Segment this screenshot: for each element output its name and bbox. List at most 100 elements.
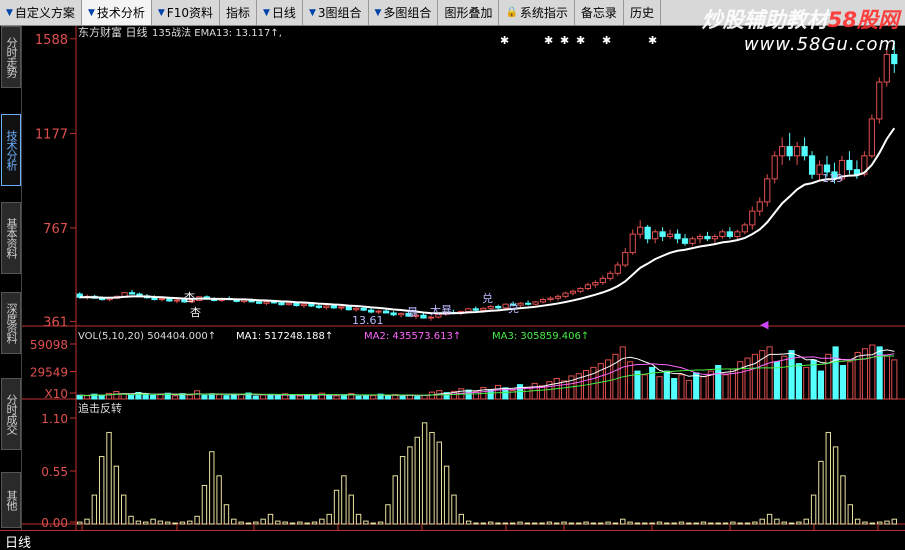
chart-area[interactable]: 1588 1177 767 361 东方财富 日线 135战法 EMA13: 13.117… <box>22 25 905 545</box>
volume-bar <box>825 353 832 400</box>
indicator-bar <box>436 441 442 525</box>
indicator-bar <box>245 522 252 525</box>
toolbar-button-10[interactable]: 历史 <box>624 0 661 25</box>
signal-star-icon: ✱ <box>602 34 611 47</box>
volume-bar <box>260 394 267 400</box>
toolbar-button-9[interactable]: 备忘录 <box>575 0 624 25</box>
toolbar-button-label: 备忘录 <box>580 6 617 20</box>
indicator-bar <box>884 520 890 525</box>
volume-bar <box>612 353 619 400</box>
price-tick-label: 1588 <box>35 33 68 48</box>
toolbar-button-2[interactable]: ▼ F10资料 <box>152 0 220 25</box>
side-tab-1[interactable]: 技术分析 <box>1 114 21 186</box>
volume-bar <box>142 393 149 400</box>
candle-body <box>637 226 644 235</box>
toolbar-button-8[interactable]: 🔒 系统指示 <box>499 0 575 25</box>
indicator-bar <box>722 522 729 525</box>
volume-bar <box>685 379 692 400</box>
volume-bar <box>76 394 83 400</box>
watermark-url: www.58Gu.com <box>743 34 897 55</box>
indicator-bar <box>458 513 465 525</box>
toolbar-button-0[interactable]: ▼ 自定义方案 <box>0 0 82 25</box>
indicator-bar <box>84 518 90 525</box>
candle-body <box>607 272 614 279</box>
indicator-bar <box>583 521 589 525</box>
side-tab-4[interactable]: 分时成交 <box>1 378 21 450</box>
price-tick-label: 767 <box>43 222 68 237</box>
side-tab-2[interactable]: 基本资料 <box>1 202 21 274</box>
volume-bar <box>127 394 135 400</box>
indicator-bar <box>671 522 677 525</box>
watermark: 炒股辅助教材58股网 <box>702 4 899 34</box>
candle-body <box>480 307 487 311</box>
toolbar-button-3[interactable]: 指标 <box>220 0 257 25</box>
indicator-bar <box>392 475 398 525</box>
volume-bar <box>252 395 259 400</box>
indicator-bar <box>216 475 222 525</box>
volume-bar <box>311 395 318 400</box>
indicator-bar <box>223 504 230 525</box>
toolbar-button-7[interactable]: 图形叠加 <box>438 0 500 25</box>
indicator-bar <box>796 521 802 525</box>
indicator-bar <box>840 475 846 525</box>
indicator-tick-label: 0.00 <box>41 516 68 530</box>
volume-bar <box>832 346 839 400</box>
volume-bar <box>399 395 406 400</box>
period-label[interactable]: 日线 <box>3 532 34 550</box>
toolbar-button-1[interactable]: ▼ 技术分析 <box>81 0 152 25</box>
indicator-bar <box>150 518 156 525</box>
volume-bar <box>715 364 722 400</box>
indicator-bar <box>165 521 171 525</box>
toolbar-button-4[interactable]: ▼ 日线 <box>257 0 303 25</box>
candle-body <box>128 292 136 295</box>
candle-body <box>644 226 651 240</box>
candle-body <box>278 302 285 306</box>
volume-bar <box>627 361 634 400</box>
candle-body <box>891 53 898 65</box>
indicator-bar <box>678 521 685 525</box>
price-tick-label: 361 <box>43 315 68 330</box>
indicator-bar <box>113 465 120 525</box>
side-tab-5[interactable]: 其他 <box>1 472 21 528</box>
volume-bar <box>333 395 340 400</box>
volume-bar <box>289 394 296 400</box>
volume-bar <box>296 395 303 400</box>
candle-body <box>614 264 621 274</box>
volume-bar <box>83 395 91 400</box>
volume-bar <box>326 394 333 400</box>
indicator-bar <box>319 518 325 525</box>
candle-body <box>652 231 659 240</box>
toolbar-button-5[interactable]: ▼ 3图组合 <box>303 0 369 25</box>
indicator-bar <box>832 446 839 525</box>
candle-body <box>794 146 801 157</box>
side-tab-0[interactable]: 分时走势 <box>1 26 21 88</box>
toolbar-button-label: 多图组合 <box>383 6 432 20</box>
candle-body <box>771 155 778 180</box>
volume-bar <box>817 370 825 400</box>
indicator-bar <box>341 475 347 525</box>
signal-star-icon: ✱ <box>648 34 657 47</box>
indicator-bar <box>473 522 479 525</box>
price-annotation: 119 <box>822 172 843 185</box>
candle-body <box>270 301 278 304</box>
indicator-bar <box>172 522 178 525</box>
candle-body <box>173 299 180 302</box>
candle-body <box>263 301 270 304</box>
side-tab-3[interactable]: 深度资料 <box>1 292 21 354</box>
candle-body <box>726 231 733 237</box>
indicator-bar <box>385 504 391 525</box>
indicator-bar <box>730 521 736 525</box>
indicator-bar <box>876 521 883 525</box>
watermark-brand: 58股网 <box>827 8 899 32</box>
signal-star-icon: ✱ <box>576 34 585 47</box>
volume-bar <box>524 387 531 400</box>
indicator-bar <box>179 521 186 525</box>
toolbar-button-6[interactable]: ▼ 多图组合 <box>369 0 439 25</box>
volume-legend-2: MA2: 435573.613↑ <box>364 331 461 342</box>
indicator-bar <box>421 422 428 525</box>
indicator-bar <box>106 431 112 525</box>
candle-body <box>808 155 816 175</box>
volume-bar <box>414 396 421 400</box>
indicator-bar <box>700 521 707 525</box>
candle-body <box>255 301 263 304</box>
